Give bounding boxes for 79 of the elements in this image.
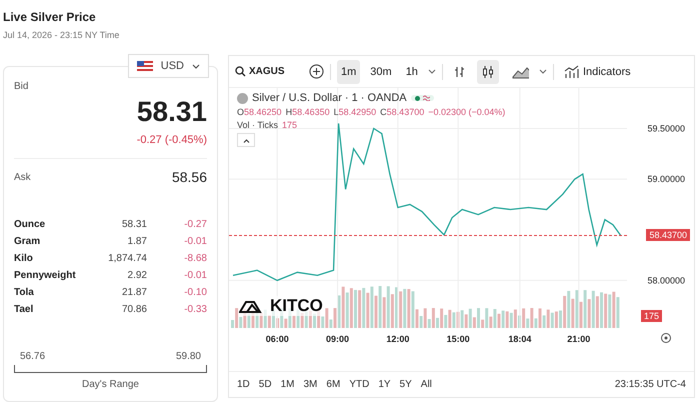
symbol-title: Silver / U.S. Dollar · 1 · OANDA <box>252 92 407 104</box>
range-button[interactable]: 5Y <box>400 379 412 390</box>
range-button[interactable]: 6M <box>326 379 340 390</box>
unit-price: 21.87 <box>120 287 147 298</box>
indicators-button[interactable]: Indicators <box>560 60 635 84</box>
unit-change: -0.27 <box>183 219 207 230</box>
timestamp: Jul 14, 2026 - 23:15 NY Time <box>3 30 120 40</box>
unit-price: 70.86 <box>120 304 147 315</box>
flag-icon <box>136 61 153 71</box>
page-title: Live Silver Price <box>3 10 97 24</box>
unit-name: Ounce <box>14 219 46 230</box>
unit-price: 2.92 <box>126 270 147 281</box>
volume-value: 175 <box>282 120 298 130</box>
search-icon <box>235 66 246 77</box>
chevron-up-icon <box>242 138 250 142</box>
bid-price: 58.31 <box>136 96 207 128</box>
volume-label: Vol · Ticks <box>237 120 278 130</box>
caret-icon <box>192 64 200 68</box>
clock: 23:15:35 UTC-4 <box>614 379 686 390</box>
unit-name: Kilo <box>14 253 34 264</box>
unit-name: Tael <box>14 304 34 315</box>
add-icon[interactable] <box>309 64 324 79</box>
caret-icon[interactable] <box>428 69 436 74</box>
unit-change: -0.10 <box>183 287 207 298</box>
market-status-badge <box>410 95 434 101</box>
range-label: Day's Range <box>81 379 140 390</box>
axis-label: 58.00000 <box>647 275 685 286</box>
range-button[interactable]: All <box>420 379 432 390</box>
volume-tag: 175 <box>640 310 662 322</box>
chart-style-button[interactable] <box>476 60 499 84</box>
unit-price: 58.31 <box>120 219 147 230</box>
axis-label: 09:00 <box>326 334 350 344</box>
logo-text: KITCO <box>270 296 323 316</box>
unit-price: 1,874.74 <box>107 253 147 264</box>
ask-label: Ask <box>14 172 31 182</box>
indicators-icon <box>564 64 579 78</box>
unit-change: -0.01 <box>183 236 207 247</box>
ohlc-value: O58.46250 <box>237 107 282 117</box>
interval-button[interactable]: 1m <box>337 60 360 84</box>
range-button[interactable]: 1Y <box>378 379 391 390</box>
range-high: 59.80 <box>176 351 201 362</box>
collapse-button[interactable] <box>237 133 255 147</box>
range-button[interactable]: 3M <box>304 379 318 390</box>
candles-icon <box>480 64 495 78</box>
ask-price: 58.56 <box>172 169 207 185</box>
bid-change: -0.27 (-0.45%) <box>136 134 207 146</box>
interval-button[interactable]: 1h <box>402 60 422 84</box>
ohlc-value: C58.43700 <box>380 107 424 117</box>
range-button[interactable]: 1D <box>237 379 250 390</box>
axis-label: 59.50000 <box>647 124 685 134</box>
price-tag: 58.43700 <box>646 229 690 241</box>
unit-change: -8.68 <box>183 253 207 264</box>
axis-label: 12:00 <box>386 334 410 344</box>
range-button[interactable]: 5D <box>258 379 272 390</box>
unit-name: Pennyweight <box>14 270 77 281</box>
unit-price: 1.87 <box>126 236 147 247</box>
ohlc-value: L58.42950 <box>334 107 376 117</box>
symbol-field[interactable]: XAGUS <box>249 66 285 77</box>
unit-change: -0.33 <box>183 304 207 315</box>
unit-name: Tola <box>14 287 35 298</box>
axis-label: 21:00 <box>567 334 590 344</box>
range-button[interactable]: YTD <box>349 379 370 390</box>
bid-label: Bid <box>14 81 30 92</box>
unit-name: Gram <box>14 236 42 247</box>
axis-label: 18:04 <box>508 334 532 344</box>
currency-select[interactable]: USD <box>128 54 209 78</box>
bars-icon <box>452 64 467 78</box>
price-change: −0.02300 (−0.04%) <box>428 107 506 117</box>
axis-label: 15:00 <box>446 334 470 344</box>
coin-icon <box>237 92 248 104</box>
range-button[interactable]: 1M <box>280 379 294 390</box>
axis-label: 59.00000 <box>647 174 685 184</box>
interval-button[interactable]: 30m <box>366 60 396 84</box>
caret-icon[interactable] <box>538 69 547 74</box>
settings-icon[interactable] <box>661 333 671 343</box>
axis-label: 06:00 <box>266 334 289 344</box>
range-low: 56.76 <box>20 351 46 362</box>
unit-change: -0.01 <box>183 270 207 281</box>
ohlc-value: H58.46350 <box>286 107 330 117</box>
